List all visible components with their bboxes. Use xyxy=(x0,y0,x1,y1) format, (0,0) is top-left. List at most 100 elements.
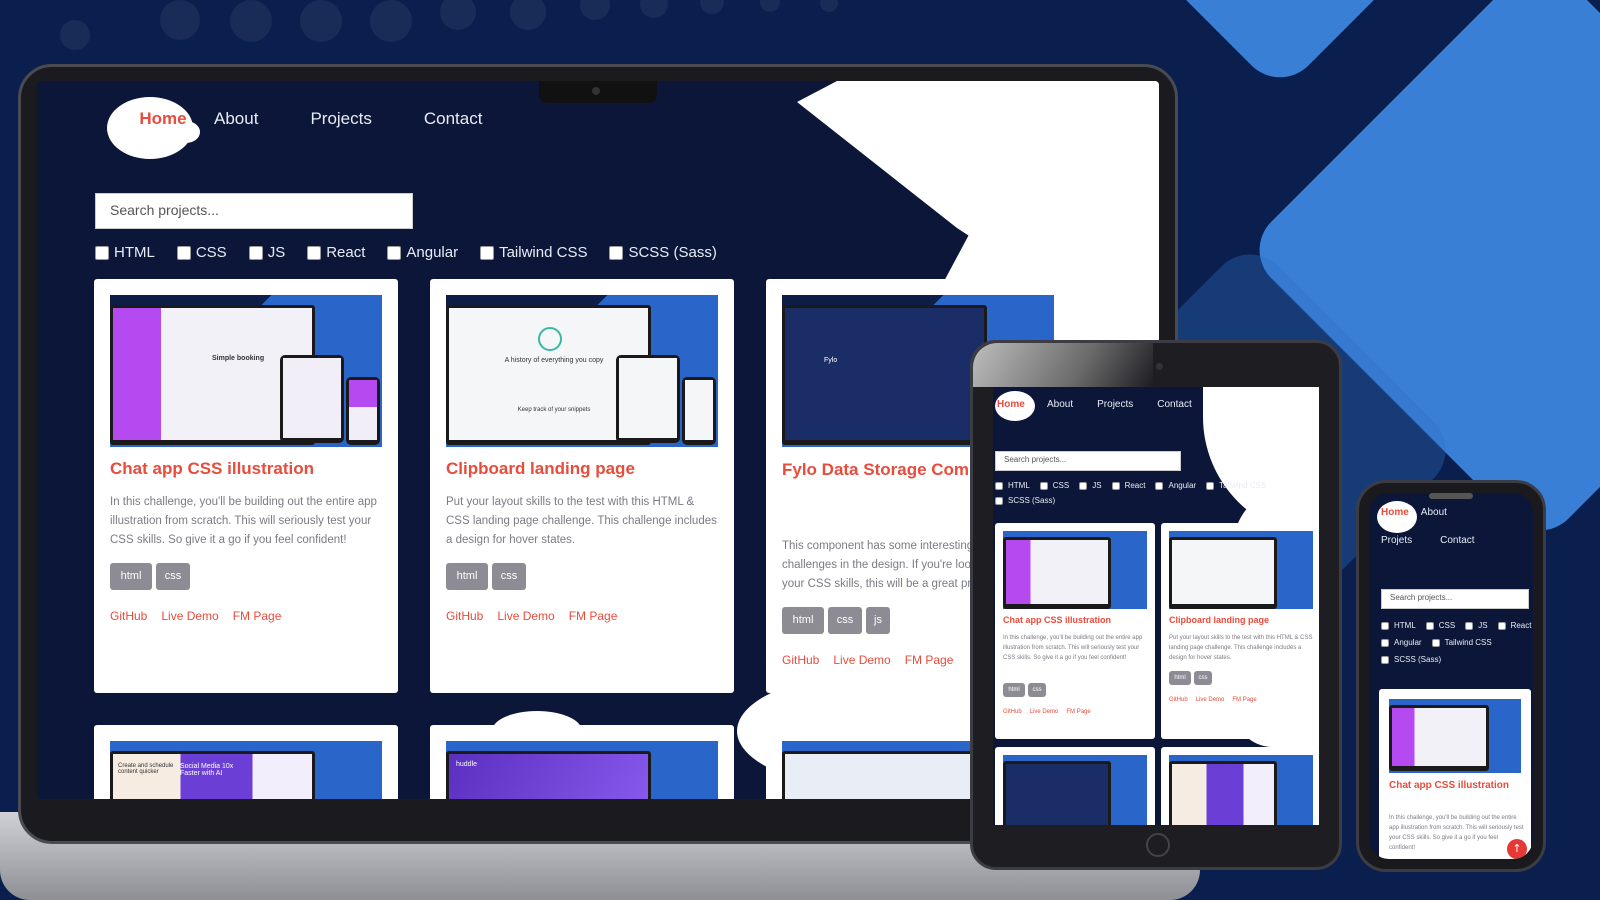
tablet-home-button[interactable] xyxy=(1146,833,1170,857)
filter-label: JS xyxy=(1478,621,1488,630)
filter-react[interactable]: React xyxy=(307,244,365,261)
scroll-top-button[interactable]: ↑ xyxy=(1507,839,1527,859)
card-links: GitHub Live Demo FM Page xyxy=(446,609,617,623)
filter-scss[interactable]: SCSS (Sass) xyxy=(609,244,717,261)
tag: css xyxy=(1194,671,1212,685)
github-link[interactable]: GitHub xyxy=(1003,709,1022,715)
project-card: A history of everything you copy Keep tr… xyxy=(430,279,734,693)
search-input[interactable]: Search projects... xyxy=(95,193,413,229)
filter-js[interactable]: JS xyxy=(248,244,285,261)
github-link[interactable]: GitHub xyxy=(1169,697,1188,703)
filter-css[interactable]: CSS xyxy=(176,244,227,261)
project-card: Chat app CSS illustration In this challe… xyxy=(995,523,1155,739)
fm-page-link[interactable]: FM Page xyxy=(569,609,618,623)
card-title[interactable]: Chat app CSS illustration xyxy=(1389,779,1519,792)
filter-label: React xyxy=(326,244,366,261)
checkbox[interactable] xyxy=(95,245,109,260)
filter-scss[interactable]: SCSS (Sass) xyxy=(1381,655,1441,664)
live-demo-link[interactable]: Live Demo xyxy=(1196,697,1225,703)
filter-html[interactable]: HTML xyxy=(95,244,155,261)
checkbox[interactable] xyxy=(1039,481,1048,490)
live-demo-link[interactable]: Live Demo xyxy=(161,609,218,623)
bg-dot xyxy=(820,0,838,12)
checkbox[interactable] xyxy=(1465,621,1474,630)
filter-js[interactable]: JS xyxy=(1465,621,1488,630)
filter-html[interactable]: HTML xyxy=(1381,621,1416,630)
filter-scss[interactable]: SCSS (Sass) xyxy=(995,496,1055,505)
checkbox[interactable] xyxy=(1497,621,1506,630)
tablet-glare xyxy=(973,343,1153,387)
github-link[interactable]: GitHub xyxy=(446,609,483,623)
checkbox[interactable] xyxy=(1381,655,1389,664)
card-description: This component has some interesting chal… xyxy=(782,540,974,590)
checkbox[interactable] xyxy=(307,245,322,260)
bg-dot xyxy=(700,0,724,14)
tag: html xyxy=(110,563,152,590)
filter-react[interactable]: React xyxy=(1111,481,1145,490)
checkbox[interactable] xyxy=(609,245,624,260)
checkbox[interactable] xyxy=(387,245,402,260)
card-title[interactable]: Chat app CSS illustration xyxy=(110,459,314,479)
checkbox[interactable] xyxy=(1111,481,1120,490)
fm-page-link[interactable]: FM Page xyxy=(233,609,282,623)
nav-about[interactable]: About xyxy=(214,109,258,129)
filter-label: JS xyxy=(1092,481,1102,490)
fm-page-link[interactable]: FM Page xyxy=(1232,697,1256,703)
filter-js[interactable]: JS xyxy=(1079,481,1102,490)
fm-page-link[interactable]: FM Page xyxy=(905,653,954,667)
live-demo-link[interactable]: Live Demo xyxy=(497,609,554,623)
filter-css[interactable]: CSS xyxy=(1425,621,1455,630)
checkbox[interactable] xyxy=(1431,638,1440,647)
checkbox[interactable] xyxy=(995,496,1003,505)
card-title[interactable]: Clipboard landing page xyxy=(446,459,635,479)
filter-label: CSS xyxy=(1052,481,1070,490)
checkbox[interactable] xyxy=(248,245,263,260)
thumb-phone xyxy=(682,377,716,445)
checkbox[interactable] xyxy=(995,481,1003,490)
nav-contact[interactable]: Contact xyxy=(1440,535,1474,546)
nav-projects[interactable]: Projets xyxy=(1381,535,1412,546)
filter-label: HTML xyxy=(114,244,155,261)
card-title[interactable]: Clipboard landing page xyxy=(1169,615,1269,625)
card-thumbnail: Simple booking xyxy=(110,295,382,447)
filter-angular[interactable]: Angular xyxy=(387,244,458,261)
checkbox[interactable] xyxy=(1206,481,1215,490)
github-link[interactable]: GitHub xyxy=(110,609,147,623)
nav-projects[interactable]: Projects xyxy=(310,109,371,129)
checkbox[interactable] xyxy=(1425,621,1434,630)
filter-react[interactable]: React xyxy=(1497,621,1531,630)
filter-tailwind[interactable]: Tailwind CSS xyxy=(480,244,587,261)
nav-home[interactable]: Home xyxy=(114,109,212,129)
checkbox[interactable] xyxy=(1381,621,1389,630)
filter-angular[interactable]: Angular xyxy=(1155,481,1196,490)
nav-about[interactable]: About xyxy=(1421,507,1447,518)
search-input[interactable]: Search projects... xyxy=(995,451,1181,471)
nav-home[interactable]: Home xyxy=(1381,507,1409,518)
filter-angular[interactable]: Angular xyxy=(1381,638,1422,647)
checkbox[interactable] xyxy=(1079,481,1088,490)
nav-contact[interactable]: Contact xyxy=(1157,399,1191,410)
live-demo-link[interactable]: Live Demo xyxy=(833,653,890,667)
checkbox[interactable] xyxy=(1381,638,1389,647)
filter-tailwind[interactable]: Tailwind CSS xyxy=(1206,481,1266,490)
filter-css[interactable]: CSS xyxy=(1039,481,1070,490)
nav-home[interactable]: Home xyxy=(997,399,1037,410)
search-input[interactable]: Search projects... xyxy=(1381,589,1529,609)
filter-html[interactable]: HTML xyxy=(995,481,1030,490)
github-link[interactable]: GitHub xyxy=(782,653,819,667)
project-card: Chat app CSS illustration In this challe… xyxy=(1379,689,1531,859)
checkbox[interactable] xyxy=(176,245,191,260)
filter-tailwind[interactable]: Tailwind CSS xyxy=(1431,638,1492,647)
thumb-screen xyxy=(1172,540,1274,604)
live-demo-link[interactable]: Live Demo xyxy=(1030,709,1059,715)
card-tags: html css js xyxy=(782,607,890,634)
checkbox[interactable] xyxy=(1155,481,1164,490)
thumb-screen xyxy=(619,358,677,438)
nav-projects[interactable]: Projects xyxy=(1097,399,1133,410)
nav-about[interactable]: About xyxy=(1047,399,1073,410)
nav-contact[interactable]: Contact xyxy=(424,109,483,129)
main-nav: Home About Projects Contact xyxy=(997,399,1192,410)
checkbox[interactable] xyxy=(480,245,495,260)
card-title[interactable]: Chat app CSS illustration xyxy=(1003,615,1111,625)
fm-page-link[interactable]: FM Page xyxy=(1066,709,1090,715)
